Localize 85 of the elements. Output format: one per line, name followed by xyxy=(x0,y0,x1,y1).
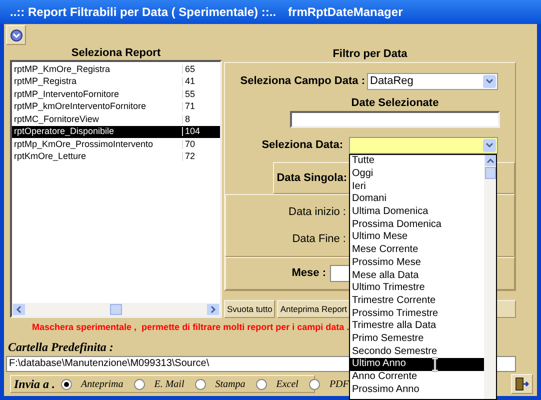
dropdown-option[interactable]: Mese Corrente xyxy=(350,244,484,256)
report-row[interactable]: rptMP_KmOre_Registra 65 xyxy=(12,63,220,76)
report-row[interactable]: rptKmOre_Letture 72 xyxy=(12,150,220,163)
dropdown-option[interactable]: Primo Semestre xyxy=(350,332,484,346)
dropdown-option[interactable]: Tutte xyxy=(350,155,484,168)
horizontal-scrollbar[interactable] xyxy=(12,303,220,316)
scroll-thumb[interactable] xyxy=(484,167,496,179)
dropdown-option[interactable]: Prossimo Anno xyxy=(350,383,484,396)
dropdown-option[interactable]: Mese alla Data xyxy=(350,269,484,282)
report-row[interactable]: rptMP_InterventoFornitore 55 xyxy=(12,88,220,100)
section-heading: Seleziona Report xyxy=(71,48,161,58)
form-name: frmRptDateManager xyxy=(288,4,403,21)
section-heading: Filtro per Data xyxy=(332,48,408,60)
dropdown-option[interactable]: Ultimo Mese xyxy=(350,231,484,244)
report-name: rptMP_kmOreInterventoFornitore xyxy=(13,102,148,112)
dropdown-option[interactable]: Trimestre alla Data xyxy=(350,320,484,333)
report-row[interactable]: rptMp_KmOre_ProssimoIntervento 70 xyxy=(12,138,220,150)
report-count: 41 xyxy=(182,77,196,86)
dropdown-option[interactable]: Prossimo Mese xyxy=(350,256,484,270)
folder-label: Cartella Predefinita : xyxy=(8,339,114,356)
report-count: 104 xyxy=(182,127,200,136)
report-row[interactable]: rptOperatore_Disponibile 104 xyxy=(12,126,220,138)
dropdown-option[interactable]: Domani xyxy=(350,193,484,206)
radio-button[interactable] xyxy=(309,378,320,390)
dropdown-option[interactable]: Ultima Domenica xyxy=(350,206,484,218)
field-label: Date Selezionate xyxy=(351,96,439,111)
report-name: rptMP_KmOre_Registra xyxy=(13,64,112,74)
exit-button[interactable] xyxy=(511,374,533,394)
notice-text: Maschera sperimentale , permette di filtrare molti report per i campi data . xyxy=(32,321,350,334)
radio-label: Excel xyxy=(276,378,298,392)
field-label: Data Fine : xyxy=(291,232,347,246)
report-count: 70 xyxy=(182,140,196,149)
date-select-combo[interactable] xyxy=(349,137,498,154)
toolbar-button[interactable] xyxy=(6,25,26,45)
report-name: rptMP_InterventoFornitore xyxy=(13,90,120,99)
dropdown-option[interactable]: Ultimo Trimestre xyxy=(350,282,484,295)
dropdown-option[interactable]: Ieri xyxy=(350,180,484,194)
radio-button[interactable] xyxy=(134,378,146,390)
radio-label: E. Mail xyxy=(154,378,184,392)
vertical-scrollbar[interactable] xyxy=(484,155,496,399)
radio-button[interactable] xyxy=(256,378,268,390)
text-cursor-icon xyxy=(431,357,439,372)
report-name: rptMp_KmOre_ProssimoIntervento xyxy=(13,140,154,149)
exit-door-icon xyxy=(515,377,529,391)
selected-dates-field[interactable] xyxy=(290,111,500,128)
scroll-left-icon[interactable] xyxy=(13,304,25,315)
report-row[interactable]: rptMC_FornitoreView 8 xyxy=(12,113,220,126)
report-count: 72 xyxy=(182,152,196,162)
report-count: 65 xyxy=(182,64,196,74)
action-button[interactable]: Svuota tutto xyxy=(224,300,276,318)
dropdown-option[interactable]: Prossima Domenica xyxy=(350,218,484,232)
field-label: Seleziona Campo Data : xyxy=(239,74,366,90)
field-label: Mese : xyxy=(290,266,327,282)
field-label: Data inizio : xyxy=(288,205,347,220)
send-to-label: Invia a . xyxy=(14,376,56,393)
radio-label: Stampa xyxy=(215,378,246,392)
report-count: 71 xyxy=(182,102,196,112)
report-count: 8 xyxy=(182,114,190,124)
date-field-combo[interactable]: DataReg xyxy=(367,73,498,90)
field-label: Data Singola: xyxy=(276,170,348,186)
dropdown-option[interactable]: Anno Corrente xyxy=(350,370,484,384)
scroll-thumb[interactable] xyxy=(110,304,122,315)
dropdown-option[interactable]: Secondo Semestre xyxy=(350,345,484,358)
report-row[interactable]: rptMP_Registra 41 xyxy=(12,76,220,88)
report-name: rptMC_FornitoreView xyxy=(13,114,100,124)
window-title: ..:: Report Filtrabili per Data ( Sperimentale) ::.. xyxy=(10,4,276,21)
scroll-up-icon[interactable] xyxy=(484,155,496,166)
field-label: Seleziona Data: xyxy=(260,138,344,154)
report-row[interactable]: rptMP_kmOreInterventoFornitore 71 xyxy=(12,100,220,113)
action-button[interactable]: Anteprima Report xyxy=(277,300,350,318)
radio-button[interactable] xyxy=(195,378,206,390)
report-name: rptOperatore_Disponibile xyxy=(13,127,116,136)
radio-button[interactable] xyxy=(61,378,72,390)
report-name: rptMP_Registra xyxy=(13,77,78,86)
scroll-right-icon[interactable] xyxy=(207,304,219,315)
report-count: 55 xyxy=(182,90,196,99)
report-name: rptKmOre_Letture xyxy=(13,152,88,162)
radio-label: PDF xyxy=(329,378,349,392)
dropdown-option[interactable]: Oggi xyxy=(350,168,484,180)
expand-icon xyxy=(10,28,22,42)
dropdown-option[interactable]: Ultimo Anno xyxy=(350,358,484,371)
dropdown-option[interactable]: Prossimo Trimestre xyxy=(350,307,484,320)
dropdown-option[interactable]: Trimestre Corrente xyxy=(350,294,484,308)
blank-button[interactable] xyxy=(496,300,516,318)
radio-label: Anteprima xyxy=(81,378,124,392)
